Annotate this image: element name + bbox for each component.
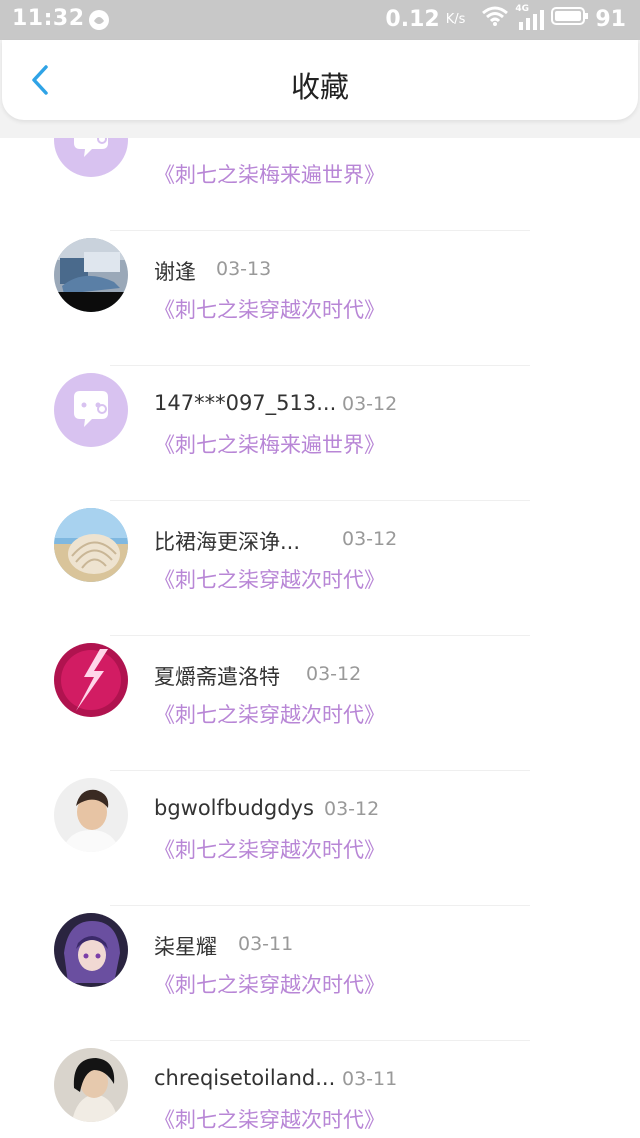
battery-icon bbox=[551, 5, 589, 33]
network-speed-value: 0.12 bbox=[385, 6, 440, 32]
favorite-item[interactable]: 比裙海更深诤... 03-12 《刺七之柒穿越次时代》 bbox=[0, 456, 640, 636]
header: 收藏 bbox=[0, 40, 640, 138]
favorite-date: 03-11 bbox=[342, 1068, 398, 1090]
favorite-item[interactable]: 《刺七之柒梅来遍世界》 bbox=[0, 138, 640, 231]
status-indicators: 0.12 K/s 4G 91 bbox=[385, 4, 626, 33]
battery-level: 91 bbox=[595, 6, 626, 32]
header-bar: 收藏 bbox=[2, 40, 638, 120]
book-title-link[interactable]: 《刺七之柒穿越次时代》 bbox=[154, 969, 385, 999]
user-name: 147***097_513... bbox=[154, 391, 337, 415]
status-time: 11:32 bbox=[12, 6, 85, 31]
avatar[interactable] bbox=[54, 1048, 128, 1122]
avatar[interactable] bbox=[54, 373, 128, 447]
favorite-date: 03-12 bbox=[306, 663, 362, 685]
network-speed-unit: K/s bbox=[445, 11, 466, 27]
book-title-link[interactable]: 《刺七之柒穿越次时代》 bbox=[154, 1104, 385, 1134]
avatar[interactable] bbox=[54, 913, 128, 987]
user-name: 柒星耀 bbox=[154, 935, 217, 959]
book-title-link[interactable]: 《刺七之柒穿越次时代》 bbox=[154, 564, 385, 594]
user-name: 比裙海更深诤... bbox=[154, 530, 301, 554]
book-title-link[interactable]: 《刺七之柒穿越次时代》 bbox=[154, 699, 385, 729]
avatar[interactable] bbox=[54, 238, 128, 312]
favorite-item[interactable]: chreqisetoiland... 03-11 《刺七之柒穿越次时代》 bbox=[0, 996, 640, 1134]
favorite-date: 03-11 bbox=[238, 933, 294, 955]
book-title-link[interactable]: 《刺七之柒穿越次时代》 bbox=[154, 294, 385, 324]
favorite-item[interactable]: 柒星耀 03-11 《刺七之柒穿越次时代》 bbox=[0, 861, 640, 1041]
favorite-item[interactable]: 夏爝斋遣洛特 03-12 《刺七之柒穿越次时代》 bbox=[0, 591, 640, 771]
cellular-signal-icon: 4G bbox=[515, 4, 545, 30]
user-name: 谢逢 bbox=[154, 260, 196, 284]
favorite-date: 03-12 bbox=[342, 528, 398, 550]
book-title-link[interactable]: 《刺七之柒梅来遍世界》 bbox=[154, 429, 385, 459]
wifi-icon bbox=[481, 5, 509, 33]
status-bar: 11:32 0.12 K/s 4G 91 bbox=[0, 0, 640, 40]
favorite-date: 03-12 bbox=[324, 798, 380, 820]
favorite-item[interactable]: bgwolfbudgdys 03-12 《刺七之柒穿越次时代》 bbox=[0, 726, 640, 906]
favorite-item[interactable]: 147***097_513... 03-12 《刺七之柒梅来遍世界》 bbox=[0, 321, 640, 501]
favorites-list: 《刺七之柒梅来遍世界》 谢逢 03-13 《刺七之柒穿越次时代》 147***097… bbox=[0, 138, 640, 1138]
avatar[interactable] bbox=[54, 643, 128, 717]
book-title-link[interactable]: 《刺七之柒梅来遍世界》 bbox=[154, 159, 385, 189]
user-name: chreqisetoiland... bbox=[154, 1066, 336, 1090]
favorite-date: 03-12 bbox=[342, 393, 398, 415]
user-name: bgwolfbudgdys bbox=[154, 796, 314, 820]
avatar[interactable] bbox=[54, 508, 128, 582]
book-title-link[interactable]: 《刺七之柒穿越次时代》 bbox=[154, 834, 385, 864]
screen: 11:32 0.12 K/s 4G 91 收藏 《刺七之柒梅来遍世界》 谢逢 0… bbox=[0, 0, 640, 1138]
avatar[interactable] bbox=[54, 778, 128, 852]
favorites-list-content: 《刺七之柒梅来遍世界》 谢逢 03-13 《刺七之柒穿越次时代》 147***097… bbox=[0, 138, 640, 1134]
favorite-item[interactable]: 谢逢 03-13 《刺七之柒穿越次时代》 bbox=[0, 186, 640, 366]
page-title: 收藏 bbox=[290, 70, 349, 104]
favorite-date: 03-13 bbox=[216, 258, 272, 280]
user-name: 夏爝斋遣洛特 bbox=[154, 665, 280, 689]
avatar[interactable] bbox=[54, 138, 128, 177]
notification-app-icon bbox=[88, 9, 110, 31]
